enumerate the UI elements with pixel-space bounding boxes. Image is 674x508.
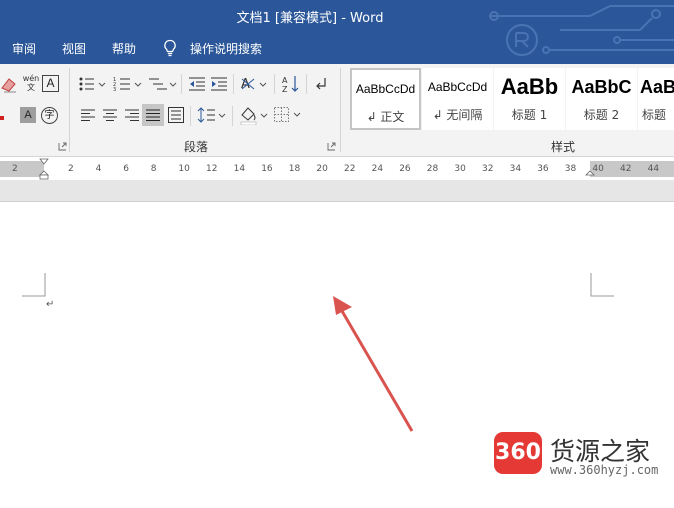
numbering-icon[interactable]: 123 bbox=[113, 76, 143, 92]
lightbulb-icon[interactable] bbox=[162, 39, 178, 57]
watermark-url: www.360hyzj.com bbox=[550, 463, 659, 477]
style-name: 标题 2 bbox=[583, 108, 620, 122]
left-margin-corner bbox=[22, 273, 46, 297]
align-center-icon[interactable] bbox=[102, 108, 118, 122]
hanging-indent-marker bbox=[39, 170, 49, 176]
shading-bucket-icon[interactable] bbox=[239, 105, 269, 125]
decrease-indent-icon[interactable] bbox=[188, 76, 206, 92]
style-sample: AaBb bbox=[500, 74, 559, 99]
show-paragraph-marks-icon[interactable] bbox=[314, 76, 328, 92]
style-sample: AaBbCcDd bbox=[355, 82, 416, 96]
watermark-360-badge: 360 bbox=[494, 432, 542, 474]
annotation-arrow-shaft bbox=[340, 310, 414, 432]
font-color-swatch bbox=[0, 116, 4, 120]
paragraph-mark: ↵ bbox=[46, 299, 55, 310]
paragraph-group-label: 段落 bbox=[184, 140, 209, 154]
style-no-spacing[interactable]: AaBbCcDd ↲ 无间隔 bbox=[422, 68, 493, 130]
svg-text:Z: Z bbox=[282, 85, 288, 94]
sort-icon[interactable]: A Z bbox=[282, 74, 300, 94]
increase-indent-icon[interactable] bbox=[210, 76, 228, 92]
borders-icon[interactable] bbox=[273, 106, 303, 124]
justify-icon bbox=[146, 109, 160, 121]
style-heading-2[interactable]: AaBbC 标题 2 bbox=[566, 68, 637, 130]
svg-text:A: A bbox=[282, 76, 288, 85]
style-sample: AaBbC bbox=[571, 77, 632, 97]
document-gutter bbox=[0, 180, 674, 202]
align-left-icon[interactable] bbox=[80, 108, 96, 122]
justify-button-active[interactable] bbox=[142, 104, 164, 126]
tab-help[interactable]: 帮助 bbox=[112, 40, 136, 57]
style-heading-1[interactable]: AaBb 标题 1 bbox=[494, 68, 565, 130]
character-border-button[interactable]: A bbox=[42, 75, 59, 92]
ribbon: wén 文 A A 字 123 A A Z 段落 样式 AaBbCcDd ↲ 正… bbox=[0, 64, 674, 157]
font-dialog-launcher-icon[interactable] bbox=[58, 142, 67, 151]
style-title[interactable]: AaB 标题 bbox=[638, 68, 674, 130]
line-spacing-icon[interactable] bbox=[197, 106, 227, 124]
paragraph-dialog-launcher-icon[interactable] bbox=[327, 142, 336, 151]
styles-gallery: AaBbCcDd ↲ 正文 AaBbCcDd ↲ 无间隔 AaBb 标题 1 A… bbox=[348, 68, 674, 130]
chinese-layout-icon[interactable]: A bbox=[240, 75, 268, 93]
left-indent-marker bbox=[39, 174, 49, 180]
right-margin-corner bbox=[590, 273, 614, 297]
style-sample: AaBbCcDd bbox=[427, 80, 488, 94]
ruler-markers bbox=[39, 158, 595, 180]
style-name: 标题 1 bbox=[511, 108, 548, 122]
phonetic-guide-button[interactable]: wén 文 bbox=[22, 74, 40, 96]
style-normal[interactable]: AaBbCcDd ↲ 正文 bbox=[350, 68, 421, 130]
tell-me-search[interactable]: 操作说明搜索 bbox=[190, 40, 262, 57]
character-shading-button[interactable]: A bbox=[20, 107, 36, 123]
right-indent-marker bbox=[585, 170, 595, 176]
distributed-icon[interactable] bbox=[168, 107, 184, 123]
styles-group-label: 样式 bbox=[551, 140, 576, 154]
title-circuit-decoration bbox=[489, 5, 674, 56]
style-name: ↲ 正文 bbox=[366, 110, 405, 124]
tab-review[interactable]: 审阅 bbox=[12, 40, 36, 57]
style-sample: AaB bbox=[640, 77, 674, 97]
horizontal-ruler[interactable]: 2 2 4 6 8 10 12 14 16 18 20 22 24 26 28 30 32 34 36 38 40 42 4… bbox=[0, 158, 674, 180]
tab-view[interactable]: 视图 bbox=[62, 40, 86, 57]
multilevel-list-icon[interactable] bbox=[147, 76, 177, 92]
first-line-indent-marker bbox=[39, 158, 49, 165]
bullets-icon[interactable] bbox=[78, 76, 106, 92]
style-name: 标题 bbox=[642, 108, 667, 122]
enclose-characters-button[interactable]: 字 bbox=[41, 107, 58, 124]
style-name: ↲ 无间隔 bbox=[432, 108, 483, 122]
align-right-icon[interactable] bbox=[124, 108, 140, 122]
svg-text:3: 3 bbox=[113, 87, 116, 92]
clear-format-icon[interactable] bbox=[0, 76, 20, 94]
